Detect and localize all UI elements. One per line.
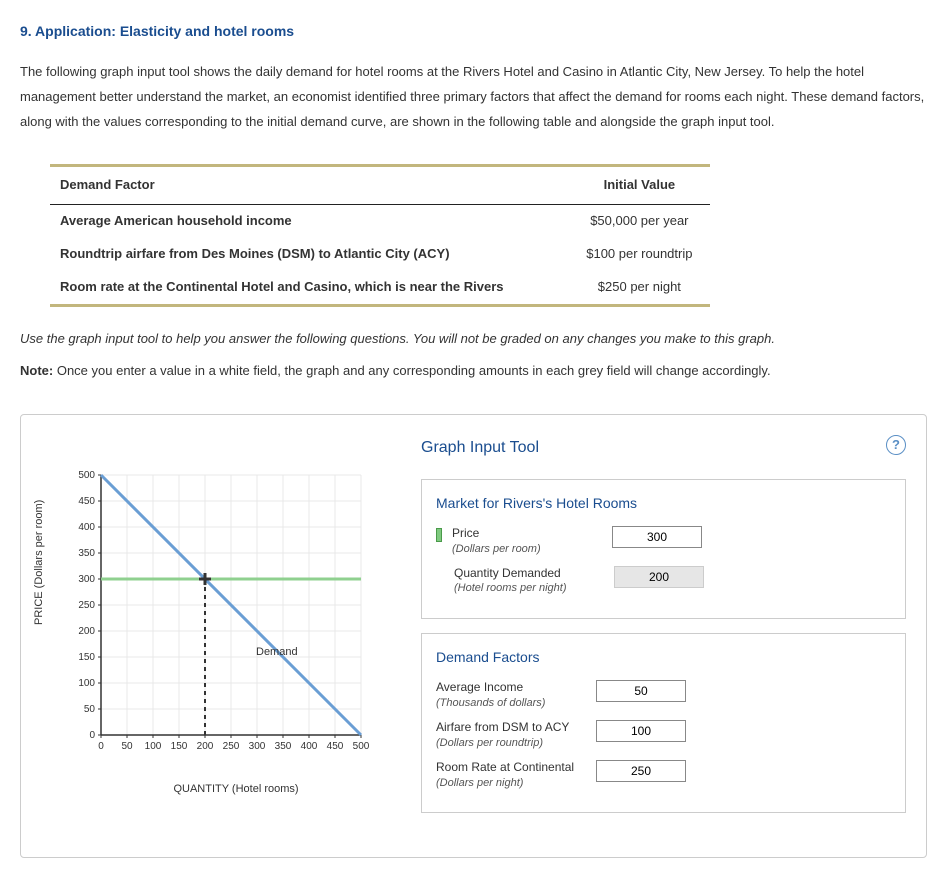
xtick: 500 [353, 741, 370, 752]
quantity-sublabel: (Hotel rooms per night) [454, 581, 604, 595]
xtick: 350 [275, 741, 292, 752]
rate-sublabel: (Dollars per night) [436, 776, 586, 790]
cell-factor: Average American household income [50, 205, 569, 238]
ytick: 500 [78, 470, 95, 481]
income-label: Average Income [436, 680, 586, 696]
xtick: 450 [327, 741, 344, 752]
y-axis-label: PRICE (Dollars per room) [31, 500, 49, 625]
price-label: Price [452, 526, 602, 542]
income-sublabel: (Thousands of dollars) [436, 696, 586, 710]
note-body: Once you enter a value in a white field,… [53, 363, 770, 378]
cell-value: $250 per night [569, 271, 710, 305]
ytick: 450 [78, 496, 95, 507]
xtick: 100 [145, 741, 162, 752]
cell-factor: Roundtrip airfare from Des Moines (DSM) … [50, 238, 569, 271]
factors-section: Demand Factors Average Income (Thousands… [421, 633, 906, 813]
cell-value: $50,000 per year [569, 205, 710, 238]
ytick: 300 [78, 574, 95, 585]
cell-value: $100 per roundtrip [569, 238, 710, 271]
ytick: 250 [78, 600, 95, 611]
ytick: 350 [78, 548, 95, 559]
note-label: Note: [20, 363, 53, 378]
quantity-label: Quantity Demanded [454, 566, 604, 582]
ytick: 200 [78, 626, 95, 637]
xtick: 50 [121, 741, 133, 752]
instruction-text: Use the graph input tool to help you ans… [20, 327, 927, 352]
cell-factor: Room rate at the Continental Hotel and C… [50, 271, 569, 305]
ytick: 100 [78, 678, 95, 689]
x-axis-label: QUANTITY (Hotel rooms) [81, 781, 391, 799]
xtick: 200 [197, 741, 214, 752]
tool-title: Graph Input Tool [421, 435, 906, 461]
table-row: Average American household income $50,00… [50, 205, 710, 238]
xtick: 0 [98, 741, 104, 752]
help-icon[interactable]: ? [886, 435, 906, 455]
page-title: 9. Application: Elasticity and hotel roo… [20, 20, 927, 42]
intro-text: The following graph input tool shows the… [20, 60, 927, 134]
ytick: 50 [84, 704, 96, 715]
demand-chart[interactable]: Demand 500 450 400 350 300 250 200 150 1… [61, 465, 381, 775]
rate-input[interactable] [596, 760, 686, 782]
airfare-input[interactable] [596, 720, 686, 742]
demand-series-label: Demand [256, 646, 298, 658]
market-section: Market for Rivers's Hotel Rooms Price (D… [421, 479, 906, 619]
airfare-label: Airfare from DSM to ACY [436, 720, 586, 736]
ytick: 0 [89, 730, 95, 741]
graph-input-tool-panel: PRICE (Dollars per room) [20, 414, 927, 858]
xtick: 400 [301, 741, 318, 752]
ytick: 400 [78, 522, 95, 533]
market-title: Market for Rivers's Hotel Rooms [436, 492, 891, 514]
price-input[interactable] [612, 526, 702, 548]
xtick: 250 [223, 741, 240, 752]
col-header-factor: Demand Factor [50, 166, 569, 205]
factors-title: Demand Factors [436, 646, 891, 668]
ytick: 150 [78, 652, 95, 663]
note-text: Note: Once you enter a value in a white … [20, 359, 927, 384]
xtick: 150 [171, 741, 188, 752]
rate-label: Room Rate at Continental [436, 760, 586, 776]
price-sublabel: (Dollars per room) [452, 542, 602, 556]
table-row: Room rate at the Continental Hotel and C… [50, 271, 710, 305]
xtick: 300 [249, 741, 266, 752]
col-header-value: Initial Value [569, 166, 710, 205]
chart-area[interactable]: PRICE (Dollars per room) [41, 465, 391, 827]
table-row: Roundtrip airfare from Des Moines (DSM) … [50, 238, 710, 271]
income-input[interactable] [596, 680, 686, 702]
price-marker-icon [436, 528, 442, 542]
quantity-output [614, 566, 704, 588]
airfare-sublabel: (Dollars per roundtrip) [436, 736, 586, 750]
demand-factor-table: Demand Factor Initial Value Average Amer… [50, 164, 927, 306]
